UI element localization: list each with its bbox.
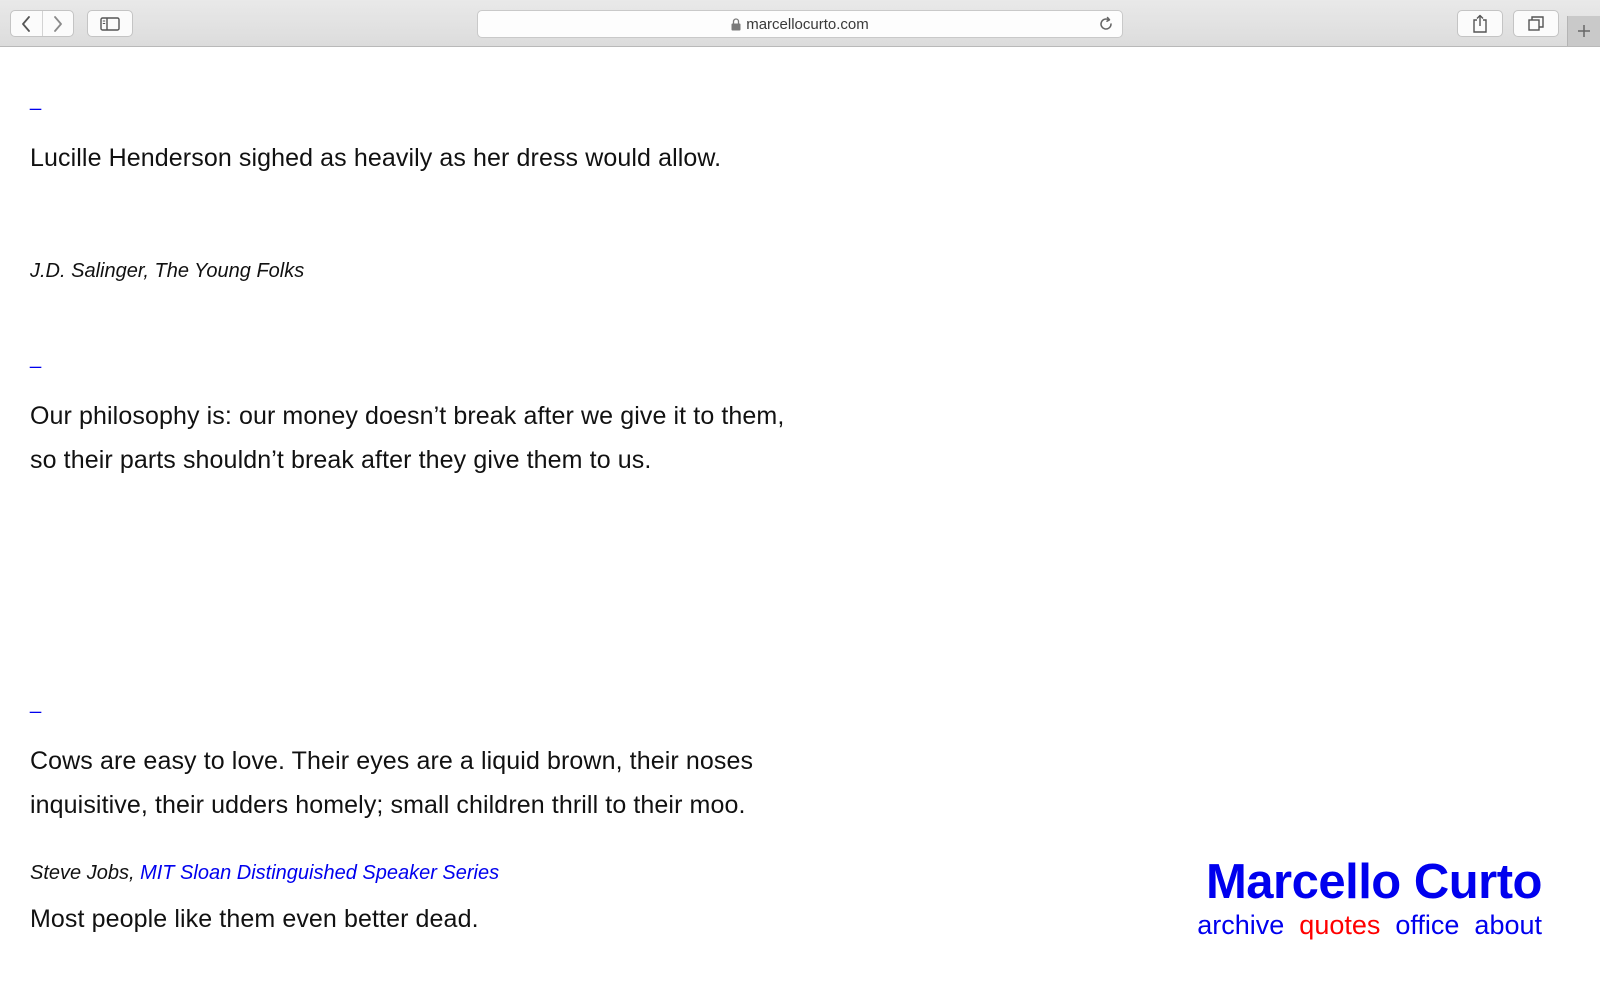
forward-button[interactable] [41,11,74,36]
new-tab-button[interactable] [1567,16,1600,46]
share-button[interactable] [1457,10,1503,37]
share-icon [1473,14,1487,33]
permalink[interactable]: _ [30,348,41,368]
tabs-overview-button[interactable] [1513,10,1559,37]
chevron-right-icon [53,15,62,32]
site-nav: archive quotes office about [1197,909,1542,941]
nav-office[interactable]: office [1395,909,1459,941]
url-text: marcellocurto.com [746,15,869,33]
quote-text: Lucille Henderson sighed as heavily as h… [30,144,722,172]
chevron-left-icon [22,15,31,32]
site-title[interactable]: Marcello Curto [1197,855,1543,909]
nav-archive[interactable]: archive [1197,909,1284,941]
quote-text: Our philosophy is: our money doesn’t bre… [30,402,785,474]
lock-icon [731,17,741,30]
permalink[interactable]: _ [30,693,41,713]
nav-quotes[interactable]: quotes [1299,909,1380,941]
quote-entry: _ Our philosophy is: our money doesn’t b… [30,348,784,884]
quote-citation: Steve Jobs, MIT Sloan Distinguished Spea… [30,859,499,887]
permalink[interactable]: _ [30,90,41,110]
quote-entry: _ Cows are easy to love. Their eyes are … [30,693,753,933]
quote-entry: _ Lucille Henderson sighed as heavily as… [30,90,721,282]
reload-icon [1100,16,1112,30]
reload-button[interactable] [1098,16,1114,37]
address-bar[interactable]: marcellocurto.com [477,10,1123,38]
quote-citation: J.D. Salinger, The Young Folks [30,260,305,282]
quote-text: Most people like them even better dead. [30,905,479,933]
site-branding: Marcello Curto archive quotes office abo… [1197,855,1542,941]
quote-text: Cows are easy to love. Their eyes are a … [30,747,754,819]
plus-icon [1578,25,1590,37]
citation-author: Steve Jobs, [30,862,141,884]
nav-about[interactable]: about [1474,909,1542,941]
tabs-icon [1528,16,1544,31]
browser-toolbar: marcellocurto.com [0,0,1600,47]
navigation-buttons [10,10,74,37]
citation-source-link[interactable]: MIT Sloan Distinguished Speaker Series [140,862,499,884]
sidebar-icon [100,16,120,31]
sidebar-button[interactable] [87,10,133,37]
back-button[interactable] [11,11,42,36]
